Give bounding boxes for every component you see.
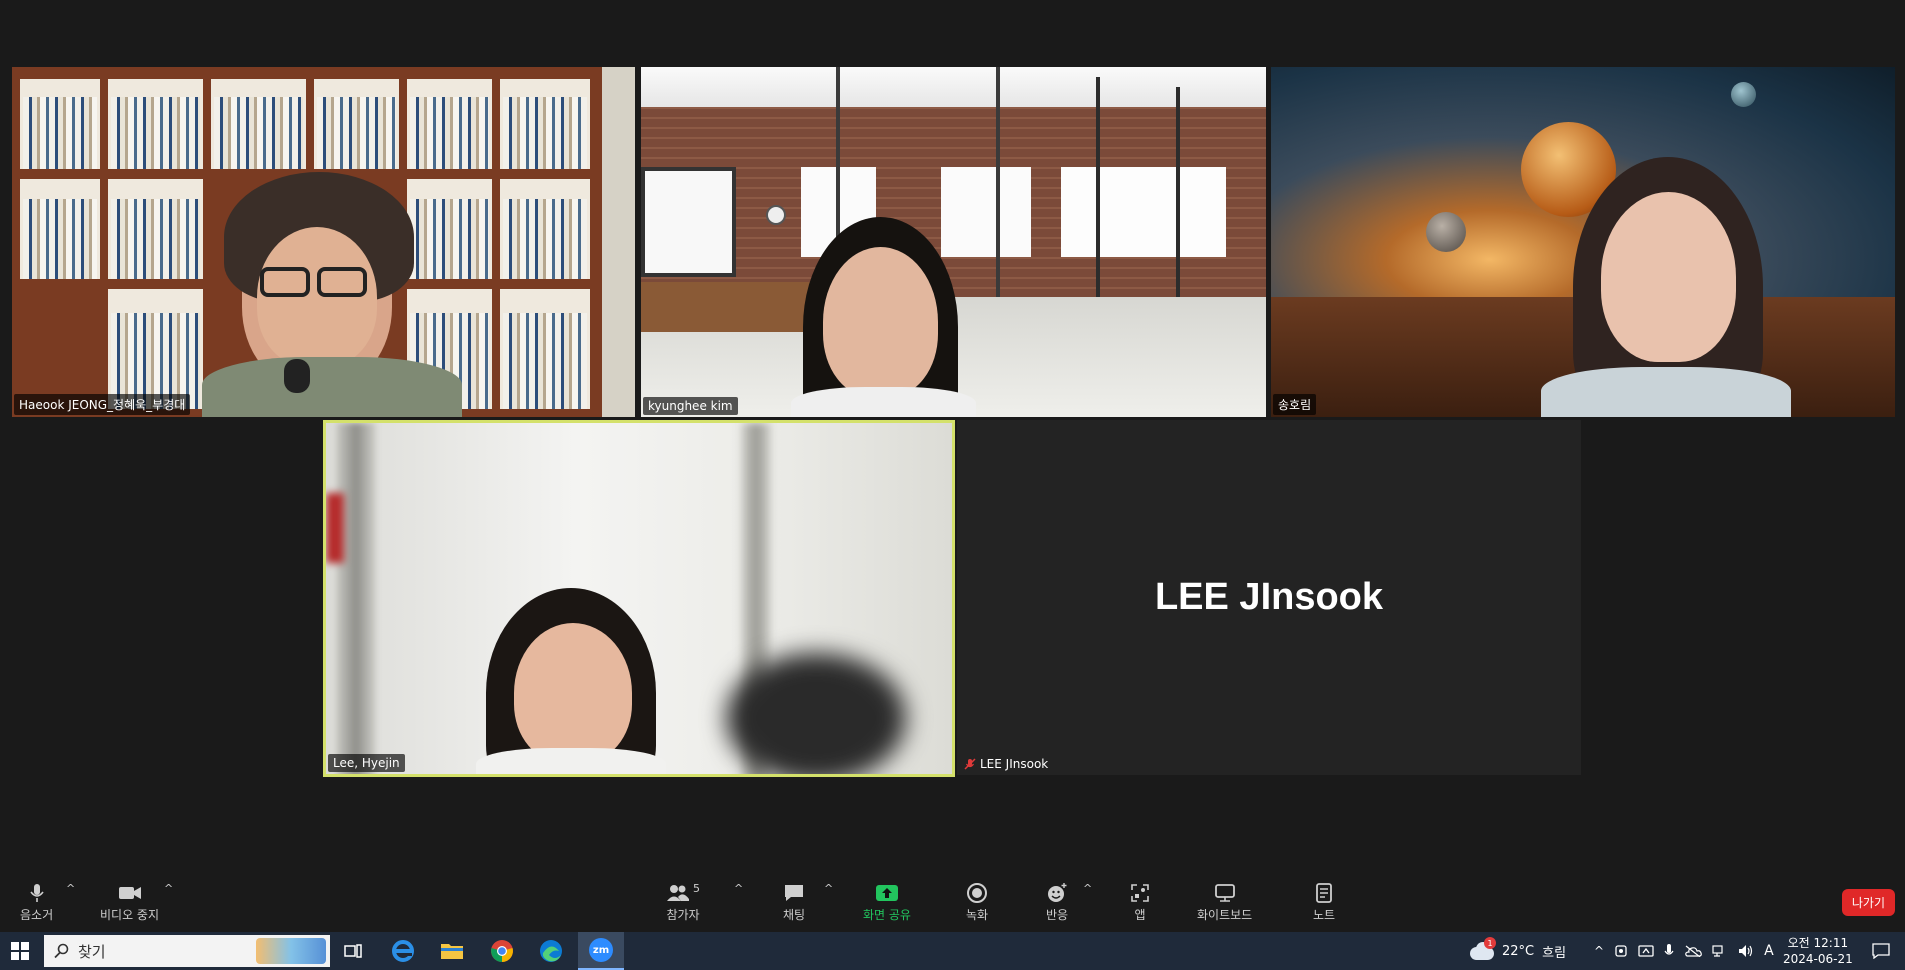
volume-tray-icon[interactable] xyxy=(1738,944,1754,958)
camera-tray-icon[interactable] xyxy=(1614,944,1628,958)
internet-explorer-button[interactable] xyxy=(383,936,423,966)
chrome-button[interactable] xyxy=(482,936,522,966)
video-options-caret[interactable]: ^ xyxy=(164,882,173,895)
network-tray-icon[interactable] xyxy=(1712,944,1728,958)
apps-icon xyxy=(1131,884,1149,902)
share-screen-button[interactable]: 화면 공유 xyxy=(863,880,911,923)
system-tray: ^ A xyxy=(1594,932,1774,970)
participant-name-label: Lee, Hyejin xyxy=(328,754,405,772)
show-hidden-icons-chevron-icon[interactable]: ^ xyxy=(1594,944,1604,958)
search-icon xyxy=(54,943,69,959)
microphone-icon xyxy=(29,884,44,902)
participant-big-name: LEE JInsook xyxy=(1154,576,1384,618)
video-tile-hyejin-active-speaker[interactable]: Lee, Hyejin xyxy=(323,420,955,777)
apps-button[interactable]: 앱 xyxy=(1130,880,1150,923)
video-tile-haeook[interactable]: Haeook JEONG_정혜욱_부경대 xyxy=(12,67,635,417)
participant-name-label: LEE JInsook xyxy=(959,755,1053,773)
reactions-options-caret[interactable]: ^ xyxy=(1083,882,1092,895)
participants-options-caret[interactable]: ^ xyxy=(734,882,743,895)
search-highlight-illustration xyxy=(256,938,326,964)
notes-icon xyxy=(1316,883,1332,903)
zoom-taskbar-button[interactable]: zm xyxy=(578,932,624,970)
mute-button[interactable]: 음소거 xyxy=(20,880,53,923)
notes-button[interactable]: 노트 xyxy=(1313,880,1335,923)
microphone-tray-icon[interactable] xyxy=(1664,943,1674,959)
smiley-icon xyxy=(1048,883,1067,902)
video-tile-jinsook-video-off[interactable]: LEE JInsook LEE JInsook xyxy=(957,420,1581,775)
cloud-weather-icon: 1 xyxy=(1470,937,1496,961)
participant-face xyxy=(1601,192,1736,362)
chat-options-caret[interactable]: ^ xyxy=(824,882,833,895)
record-button[interactable]: 녹화 xyxy=(966,880,988,923)
task-view-button[interactable] xyxy=(333,936,373,966)
onedrive-tray-icon[interactable] xyxy=(1684,945,1702,957)
participant-name-label: Haeook JEONG_정혜욱_부경대 xyxy=(14,394,191,415)
weather-widget[interactable]: 1 22°C 흐림 xyxy=(1470,932,1566,970)
clock-icon xyxy=(766,205,786,225)
input-method-indicator[interactable]: A xyxy=(1764,943,1774,959)
chrome-icon xyxy=(491,940,513,962)
whiteboard-icon xyxy=(1214,884,1235,902)
file-explorer-button[interactable] xyxy=(432,936,472,966)
record-icon xyxy=(967,883,988,903)
participant-name-label: 송호림 xyxy=(1273,394,1317,415)
whiteboard-button[interactable]: 화이트보드 xyxy=(1197,880,1252,923)
action-center-button[interactable] xyxy=(1872,932,1890,970)
edge-icon xyxy=(540,940,562,962)
share-screen-icon xyxy=(875,885,898,901)
zoom-icon: zm xyxy=(589,938,613,962)
internet-explorer-icon xyxy=(392,940,414,962)
video-tile-songhorim[interactable]: 송호림 xyxy=(1271,67,1895,417)
folder-icon xyxy=(441,944,463,959)
leave-meeting-button[interactable]: 나가기 xyxy=(1841,889,1895,916)
audio-options-caret[interactable]: ^ xyxy=(66,882,75,895)
start-button[interactable] xyxy=(0,936,40,966)
participant-face xyxy=(514,623,632,763)
task-view-icon xyxy=(344,944,362,958)
reactions-button[interactable]: 반응 xyxy=(1046,880,1068,923)
notification-icon xyxy=(1872,943,1890,959)
video-camera-icon xyxy=(118,887,141,899)
stop-video-button[interactable]: 비디오 중지 xyxy=(100,880,159,923)
participants-button[interactable]: 5 참가자 xyxy=(666,880,700,923)
video-tile-kyunghee[interactable]: kyunghee kim xyxy=(641,67,1266,417)
microphone-icon xyxy=(284,359,310,393)
participant-face xyxy=(823,247,938,397)
mic-muted-icon xyxy=(964,758,976,770)
participants-icon xyxy=(667,885,689,901)
chat-button[interactable]: 채팅 xyxy=(783,880,805,923)
chat-bubble-icon xyxy=(785,885,804,901)
taskbar-search-box[interactable]: 찾기 xyxy=(44,935,330,967)
meeting-toolbar: 음소거 ^ 비디오 중지 ^ 5 참가자 ^ 채팅 ^ 화면 공유 녹화 반응 … xyxy=(0,870,1905,932)
edge-button[interactable] xyxy=(531,936,571,966)
participant-name-label: kyunghee kim xyxy=(643,397,738,415)
clock[interactable]: 오전 12:11 2024-06-21 xyxy=(1783,932,1853,970)
windows-logo-icon xyxy=(11,942,29,960)
windows-taskbar: 찾기 zm 1 22°C 흐림 ^ A 오전 12:11 2024-06-21 xyxy=(0,932,1905,970)
screen-capture-tray-icon[interactable] xyxy=(1638,944,1654,958)
